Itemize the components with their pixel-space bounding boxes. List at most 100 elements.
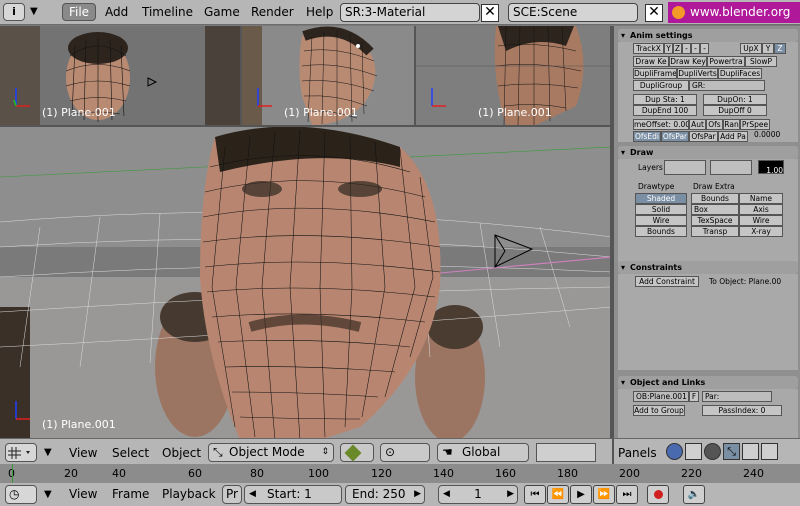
extra-box-dropdown[interactable]: Box: [691, 204, 739, 215]
jump-start-button[interactable]: ⏮: [524, 485, 546, 504]
drawtype-shaded[interactable]: Shaded: [635, 193, 687, 204]
orientation-dropdown[interactable]: ☚ Global: [437, 443, 529, 462]
drawtype-wire[interactable]: Wire: [635, 215, 687, 226]
audio-sync-button[interactable]: 🔈: [683, 485, 705, 504]
dup-on-field[interactable]: DupOn: 1: [703, 94, 767, 105]
track-y-button[interactable]: Y: [664, 43, 673, 54]
extra-texspace-button[interactable]: TexSpace: [691, 215, 739, 226]
panel-header-draw[interactable]: Draw: [618, 146, 798, 159]
pass-color-field[interactable]: 1.00: [758, 160, 784, 175]
play-button[interactable]: ▶: [570, 485, 592, 504]
add-constraint-button[interactable]: Add Constraint: [635, 276, 699, 287]
layer-buttons-right[interactable]: [710, 160, 752, 175]
editing-context-icon[interactable]: [742, 443, 759, 460]
collapse-timeline-icon[interactable]: ▼: [44, 489, 52, 500]
track-my-button[interactable]: -: [691, 43, 700, 54]
script-context-icon[interactable]: [685, 443, 702, 460]
dup-end-field[interactable]: DupEnd 100: [633, 105, 697, 116]
dupli-frames-button[interactable]: DupliFrames: [633, 68, 677, 79]
ofs-particle-button[interactable]: OfsPar: [661, 131, 689, 142]
collapse-menu-icon[interactable]: ▼: [30, 3, 44, 21]
panels-menu[interactable]: Panels: [618, 446, 657, 460]
decrement-arrow-icon[interactable]: ◀: [249, 486, 256, 503]
current-frame-marker[interactable]: [12, 464, 13, 483]
add-to-group-button[interactable]: Add to Group: [633, 405, 685, 416]
object-menu[interactable]: Object: [162, 446, 201, 460]
dupli-verts-button[interactable]: DupliVerts: [677, 68, 718, 79]
draw-key-versions-button[interactable]: Draw Key: [669, 56, 707, 67]
offset-button[interactable]: Ofs: [706, 119, 723, 130]
time-offset-field[interactable]: meOffset: 0.00: [633, 119, 689, 130]
panel-header-anim[interactable]: Anim settings: [618, 29, 798, 42]
pivot-dropdown[interactable]: ⊙: [380, 443, 430, 462]
viewport-top-right[interactable]: (1) Plane.001: [416, 26, 612, 125]
end-frame-field[interactable]: End: 250 ▶: [345, 485, 425, 504]
jump-end-button[interactable]: ⏭: [616, 485, 638, 504]
menu-timeline[interactable]: Timeline: [142, 5, 193, 19]
up-z-button[interactable]: Z: [774, 43, 786, 54]
delete-screen-button[interactable]: ✕: [481, 4, 499, 22]
object-name-field[interactable]: OB:Plane.001: [633, 391, 689, 402]
parent-field[interactable]: Par:: [702, 391, 772, 402]
prspeed-button[interactable]: PrSpee: [740, 119, 770, 130]
decrement-arrow-icon[interactable]: ◀: [443, 486, 450, 503]
layer-buttons[interactable]: [536, 443, 596, 462]
panel-header-object-links[interactable]: Object and Links: [618, 376, 798, 389]
start-frame-field[interactable]: ◀ Start: 1: [244, 485, 342, 504]
panel-header-constraints[interactable]: Constraints: [618, 261, 798, 274]
timeline-frame-menu[interactable]: Frame: [112, 487, 149, 501]
up-y-button[interactable]: Y: [762, 43, 774, 54]
mode-dropdown[interactable]: ⤡ Object Mode ⇕: [208, 443, 334, 462]
dup-off-field[interactable]: DupOff 0: [703, 105, 767, 116]
ofs-parent-button[interactable]: OfsPar: [689, 131, 718, 142]
screen-selector[interactable]: SR:3-Material: [340, 3, 480, 22]
track-z-button[interactable]: Z: [673, 43, 682, 54]
auto-offset-button[interactable]: Aut: [689, 119, 706, 130]
draw-type-dropdown[interactable]: [340, 443, 374, 462]
collapse-header-icon[interactable]: ▼: [44, 447, 52, 458]
extra-name-button[interactable]: Name: [739, 193, 783, 204]
object-context-icon[interactable]: ⤡: [723, 443, 740, 460]
menu-render[interactable]: Render: [251, 5, 294, 19]
scene-selector[interactable]: SCE:Scene: [508, 3, 638, 22]
record-button[interactable]: [647, 485, 669, 504]
random-button[interactable]: Ran: [723, 119, 740, 130]
track-mz-button[interactable]: -: [700, 43, 709, 54]
prev-keyframe-button[interactable]: ⏪: [547, 485, 569, 504]
shading-context-icon[interactable]: [704, 443, 721, 460]
viewport-top-middle[interactable]: (1) Plane.001: [242, 26, 416, 125]
extra-wire-button[interactable]: Wire: [739, 215, 783, 226]
dupli-faces-button[interactable]: DupliFaces: [718, 68, 762, 79]
dup-start-field[interactable]: Dup Sta: 1: [633, 94, 697, 105]
timeline-playback-menu[interactable]: Playback: [162, 487, 216, 501]
delete-scene-button[interactable]: ✕: [645, 4, 663, 22]
draw-key-button[interactable]: Draw Ke: [633, 56, 669, 67]
layer-buttons-left[interactable]: [664, 160, 706, 175]
viewport-top-left[interactable]: (1) Plane.001: [0, 26, 242, 125]
timeline-ruler[interactable]: 0 20 40 60 80 100 120 140 160 180 200 22…: [0, 464, 800, 483]
current-frame-field[interactable]: ◀ 1 ▶: [438, 485, 518, 504]
menu-add[interactable]: Add: [105, 5, 128, 19]
timeline-editor-type[interactable]: ◷: [5, 485, 37, 504]
extra-axis-button[interactable]: Axis: [739, 204, 783, 215]
track-x-button[interactable]: TrackX: [633, 43, 664, 54]
powertrack-button[interactable]: Powertra: [707, 56, 745, 67]
info-icon[interactable]: i: [3, 3, 25, 21]
extra-xray-button[interactable]: X-ray: [739, 226, 783, 237]
website-link[interactable]: www.blender.org 2: [668, 2, 800, 40]
editor-type-icon[interactable]: [5, 443, 37, 462]
add-parent-button[interactable]: Add Pa: [718, 131, 748, 142]
logic-context-icon[interactable]: [666, 443, 683, 460]
pass-index-field[interactable]: PassIndex: 0: [702, 405, 782, 416]
dupli-group-button[interactable]: DupliGroup: [633, 80, 689, 91]
viewport-main-3d[interactable]: (1) Plane.001: [0, 125, 612, 438]
scene-context-icon[interactable]: [761, 443, 778, 460]
extra-transp-button[interactable]: Transp: [691, 226, 739, 237]
view-menu[interactable]: View: [69, 446, 97, 460]
next-keyframe-button[interactable]: ⏩: [593, 485, 615, 504]
select-menu[interactable]: Select: [112, 446, 149, 460]
drawtype-bounds[interactable]: Bounds: [635, 226, 687, 237]
menu-game[interactable]: Game: [204, 5, 240, 19]
increment-arrow-icon[interactable]: ▶: [414, 486, 421, 503]
increment-arrow-icon[interactable]: ▶: [507, 486, 514, 503]
